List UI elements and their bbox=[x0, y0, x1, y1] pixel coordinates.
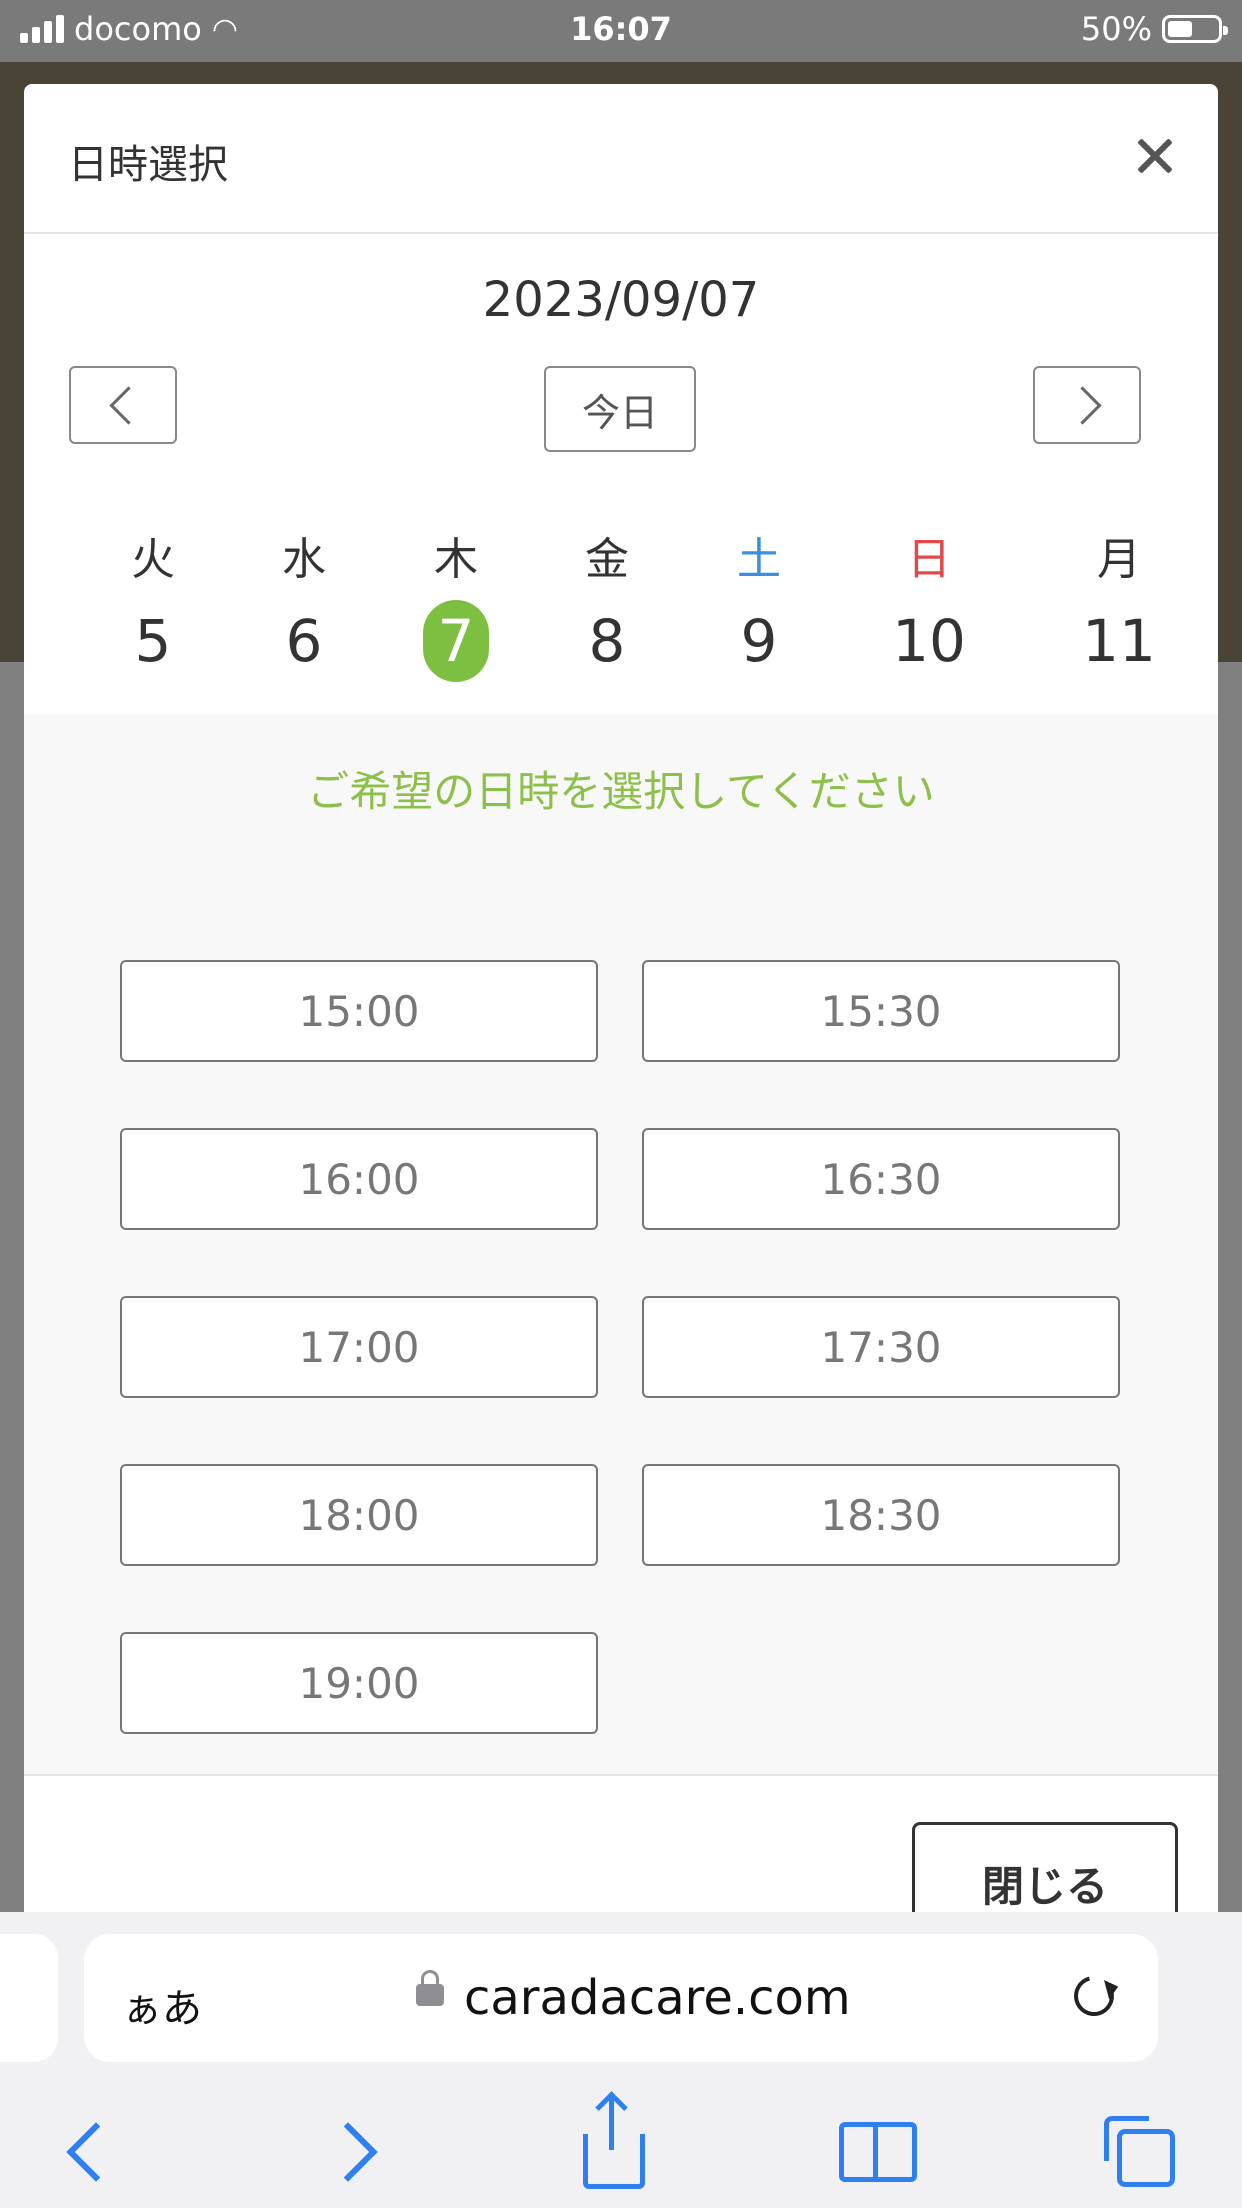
weekday-label: 土 bbox=[737, 534, 781, 585]
next-week-button[interactable] bbox=[1033, 366, 1141, 444]
weekday-label: 月 bbox=[1097, 534, 1141, 585]
day-number: 8 bbox=[588, 607, 626, 675]
modal-footer: 閉じる bbox=[24, 1774, 1218, 1914]
address-bar[interactable]: ぁあ caradacare.com bbox=[84, 1934, 1158, 2062]
close-button[interactable]: 閉じる bbox=[912, 1822, 1178, 1914]
day-8[interactable]: 金8 bbox=[532, 530, 682, 682]
time-slot-button[interactable]: 16:00 bbox=[120, 1128, 598, 1230]
close-icon[interactable] bbox=[1134, 136, 1174, 176]
share-icon bbox=[583, 2097, 645, 2189]
day-number: 11 bbox=[1082, 607, 1156, 675]
day-11[interactable]: 月 11 bbox=[1044, 530, 1194, 682]
time-slot-button[interactable]: 18:00 bbox=[120, 1464, 598, 1566]
time-slot-button[interactable]: 16:30 bbox=[642, 1128, 1120, 1230]
browser-toolbar bbox=[0, 2097, 1242, 2202]
modal-header: 日時選択 bbox=[24, 84, 1218, 234]
time-slot-button[interactable]: 15:30 bbox=[642, 960, 1120, 1062]
previous-tab-peek[interactable] bbox=[0, 1934, 58, 2062]
weekday-label: 金 bbox=[585, 534, 629, 585]
modal-title: 日時選択 bbox=[68, 142, 228, 188]
back-button[interactable] bbox=[48, 2112, 128, 2192]
status-bar: docomo ◠ 16:07 50% bbox=[0, 0, 1242, 62]
text-size-button[interactable]: ぁあ bbox=[122, 1976, 202, 2034]
chevron-left-icon bbox=[66, 2122, 126, 2182]
selected-day-number: 7 bbox=[423, 600, 489, 682]
tabs-button[interactable] bbox=[1100, 2112, 1180, 2192]
bookmarks-button[interactable] bbox=[838, 2112, 918, 2192]
time-slot-button[interactable]: 17:30 bbox=[642, 1296, 1120, 1398]
day-number: 5 bbox=[134, 607, 172, 675]
reload-icon[interactable] bbox=[1066, 1968, 1122, 2024]
datetime-modal: 日時選択 2023/09/07 今日 火 5 水 6 木 7 金 8 土 9 日 10 月 11 ご希望の… bbox=[24, 84, 1218, 1914]
chevron-right-icon bbox=[318, 2122, 378, 2182]
time-slot-button[interactable]: 15:00 bbox=[120, 960, 598, 1062]
day-number: 6 bbox=[285, 607, 323, 675]
battery-percent: 50% bbox=[1080, 10, 1152, 48]
lock-icon bbox=[416, 1970, 444, 2006]
battery-icon bbox=[1162, 15, 1228, 43]
clock: 16:07 bbox=[570, 10, 672, 48]
current-date: 2023/09/07 bbox=[482, 272, 760, 328]
weekday-label: 火 bbox=[131, 534, 175, 585]
prev-week-button[interactable] bbox=[69, 366, 177, 444]
time-slot-button[interactable]: 18:30 bbox=[642, 1464, 1120, 1566]
weekday-label: 水 bbox=[282, 534, 326, 585]
select-prompt: ご希望の日時を選択してください bbox=[307, 767, 935, 816]
day-number: 10 bbox=[892, 607, 966, 675]
chevron-right-icon bbox=[1062, 385, 1102, 425]
share-button[interactable] bbox=[574, 2097, 654, 2192]
day-5[interactable]: 火5 bbox=[78, 530, 228, 682]
weekday-label: 日 bbox=[907, 534, 951, 585]
weekday-label: 木 bbox=[434, 534, 478, 585]
time-slot-button[interactable]: 19:00 bbox=[120, 1632, 598, 1734]
bookmarks-icon bbox=[839, 2122, 917, 2182]
day-7[interactable]: 木7 bbox=[381, 530, 531, 682]
day-number: 9 bbox=[740, 607, 778, 675]
browser-bottom-bar: ぁあ caradacare.com bbox=[0, 1912, 1242, 2208]
forward-button[interactable] bbox=[316, 2112, 396, 2192]
tabs-icon bbox=[1104, 2116, 1175, 2187]
time-slots-area: ご希望の日時を選択してください 15:00 15:30 16:00 16:30 17:0… bbox=[24, 714, 1218, 1774]
today-button[interactable]: 今日 bbox=[544, 366, 696, 452]
url-text[interactable]: caradacare.com bbox=[464, 1970, 851, 2026]
day-6[interactable]: 水6 bbox=[229, 530, 379, 682]
time-slot-button[interactable]: 17:00 bbox=[120, 1296, 598, 1398]
day-10[interactable]: 日 10 bbox=[854, 530, 1004, 682]
day-9[interactable]: 土9 bbox=[684, 530, 834, 682]
chevron-left-icon bbox=[108, 385, 148, 425]
